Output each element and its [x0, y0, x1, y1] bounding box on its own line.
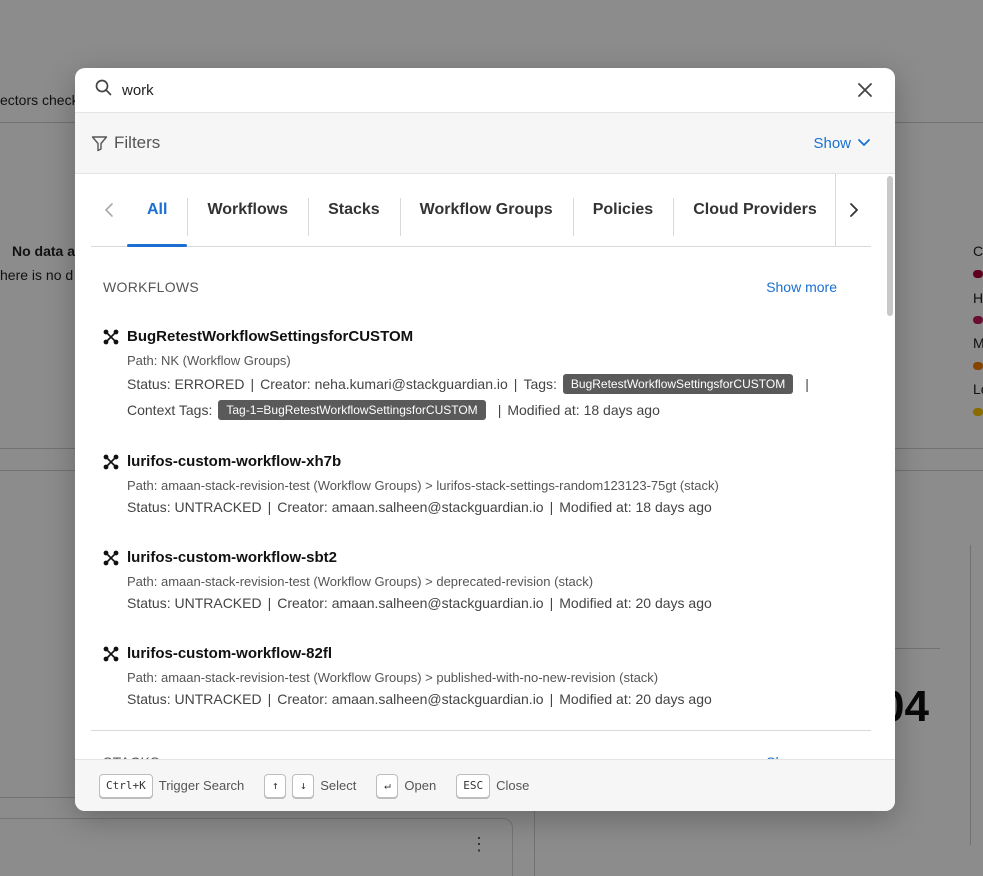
filters-bar: Filters Show	[75, 113, 895, 174]
tab-workflow-groups[interactable]: Workflow Groups	[399, 174, 573, 247]
workflow-result[interactable]: lurifos-custom-workflow-xh7b Path: amaan…	[103, 453, 863, 515]
workflow-result-path: Path: amaan-stack-revision-test (Workflo…	[127, 574, 594, 589]
ctrl-k-key: Ctrl+K	[99, 773, 153, 798]
workflow-result-status: Status: ERRORED	[127, 376, 245, 392]
filters-label-group: Filters	[91, 133, 160, 153]
open-hint: Open	[404, 778, 437, 793]
search-bar	[75, 68, 895, 113]
search-modal: Filters Show All Workflows Stacks Workfl…	[75, 68, 895, 811]
workflow-result-status: Status: UNTRACKED	[127, 499, 262, 515]
workflow-result-title-row: lurifos-custom-workflow-82fl	[103, 645, 863, 662]
workflow-result-modified: Modified at: 20 days ago	[559, 691, 712, 707]
workflow-result-context-tags-label: Context Tags:	[127, 402, 213, 418]
workflow-result-modified: Modified at: 18 days ago	[507, 402, 660, 418]
workflow-result-path: Path: NK (Workflow Groups)	[127, 353, 291, 368]
close-button[interactable]	[853, 78, 877, 102]
chevron-right-icon	[849, 203, 858, 217]
close-icon	[858, 83, 872, 97]
workflow-result-title: lurifos-custom-workflow-sbt2	[127, 549, 338, 566]
workflow-result-meta: Status: UNTRACKED | Creator: amaan.salhee…	[127, 499, 712, 515]
workflow-result-status: Status: UNTRACKED	[127, 691, 262, 707]
workflow-result-creator: Creator: amaan.salheen@stackguardian.io	[277, 691, 544, 707]
chevron-left-icon	[105, 203, 113, 217]
workflow-result-title: lurifos-custom-workflow-82fl	[127, 645, 333, 662]
arrow-down-key: ↓	[292, 773, 315, 798]
workflow-icon	[103, 329, 119, 344]
scrollbar[interactable]	[885, 174, 895, 759]
workflow-icon	[103, 454, 119, 469]
workflow-result-creator: Creator: neha.kumari@stackguardian.io	[260, 376, 508, 392]
workflow-result[interactable]: BugRetestWorkflowSettingsforCUSTOM Path:…	[103, 328, 863, 420]
esc-key: ESC	[456, 773, 491, 798]
tab-cloud-providers[interactable]: Cloud Providers	[673, 174, 835, 247]
scrollbar-thumb[interactable]	[887, 176, 893, 316]
chevron-down-icon	[858, 139, 870, 146]
tabs-bar: All Workflows Stacks Workflow Groups Pol…	[91, 173, 871, 247]
tab-policies[interactable]: Policies	[572, 174, 673, 247]
workflow-result-creator: Creator: amaan.salheen@stackguardian.io	[277, 499, 544, 515]
select-hint: Select	[320, 778, 357, 793]
workflow-icon	[103, 646, 119, 661]
workflow-result-creator: Creator: amaan.salheen@stackguardian.io	[277, 595, 544, 611]
workflow-result-meta: Status: ERRORED | Creator: neha.kumari@st…	[127, 374, 809, 420]
workflow-result-status: Status: UNTRACKED	[127, 595, 262, 611]
workflow-result-modified: Modified at: 18 days ago	[559, 499, 712, 515]
workflows-section-title: WORKFLOWS	[103, 279, 200, 295]
enter-key: ↵	[376, 773, 399, 798]
section-divider	[91, 730, 871, 731]
workflows-section-header: WORKFLOWS Show more	[103, 279, 837, 295]
workflow-icon	[103, 550, 119, 565]
tab-workflows[interactable]: Workflows	[187, 174, 308, 247]
workflow-context-tag-badge: Tag-1=BugRetestWorkflowSettingsforCUSTOM	[218, 400, 486, 420]
tabs-scroll-right-button[interactable]	[835, 173, 871, 247]
workflow-result-title: BugRetestWorkflowSettingsforCUSTOM	[127, 328, 414, 345]
tab-stacks[interactable]: Stacks	[308, 174, 400, 247]
workflow-result-meta: Status: UNTRACKED | Creator: amaan.salhee…	[127, 595, 712, 611]
workflows-show-more-link[interactable]: Show more	[766, 279, 837, 295]
workflow-result-modified: Modified at: 20 days ago	[559, 595, 712, 611]
keyboard-hints-footer: Ctrl+K Trigger Search ↑ ↓ Select ↵ Open …	[75, 759, 895, 811]
trigger-search-hint: Trigger Search	[158, 778, 245, 793]
workflow-result-title-row: lurifos-custom-workflow-sbt2	[103, 549, 863, 566]
workflow-result-path: Path: amaan-stack-revision-test (Workflo…	[127, 670, 659, 685]
tabs-scroll-left-button[interactable]	[91, 174, 127, 247]
workflow-result[interactable]: lurifos-custom-workflow-sbt2 Path: amaan…	[103, 549, 863, 611]
arrow-up-key: ↑	[264, 773, 287, 798]
workflow-result-title-row: BugRetestWorkflowSettingsforCUSTOM	[103, 328, 863, 345]
close-hint: Close	[496, 778, 530, 793]
filters-label: Filters	[114, 133, 161, 152]
tab-list: All Workflows Stacks Workflow Groups Pol…	[127, 174, 835, 247]
workflow-tag-badge: BugRetestWorkflowSettingsforCUSTOM	[562, 374, 794, 394]
filters-show-label: Show	[813, 134, 851, 152]
workflow-result-title-row: lurifos-custom-workflow-xh7b	[103, 453, 863, 470]
results-area: All Workflows Stacks Workflow Groups Pol…	[75, 173, 895, 770]
workflow-result-tags-label: Tags:	[523, 376, 557, 392]
workflow-result-meta: Status: UNTRACKED | Creator: amaan.salhee…	[127, 691, 712, 707]
workflow-result-title: lurifos-custom-workflow-xh7b	[127, 453, 342, 470]
search-icon	[95, 79, 112, 101]
workflow-result-path: Path: amaan-stack-revision-test (Workflo…	[127, 478, 719, 493]
filters-show-toggle[interactable]: Show	[813, 135, 871, 152]
search-input[interactable]	[122, 81, 853, 99]
tab-all[interactable]: All	[127, 174, 188, 247]
workflow-result[interactable]: lurifos-custom-workflow-82fl Path: amaan…	[103, 645, 863, 707]
filter-icon	[91, 135, 108, 151]
